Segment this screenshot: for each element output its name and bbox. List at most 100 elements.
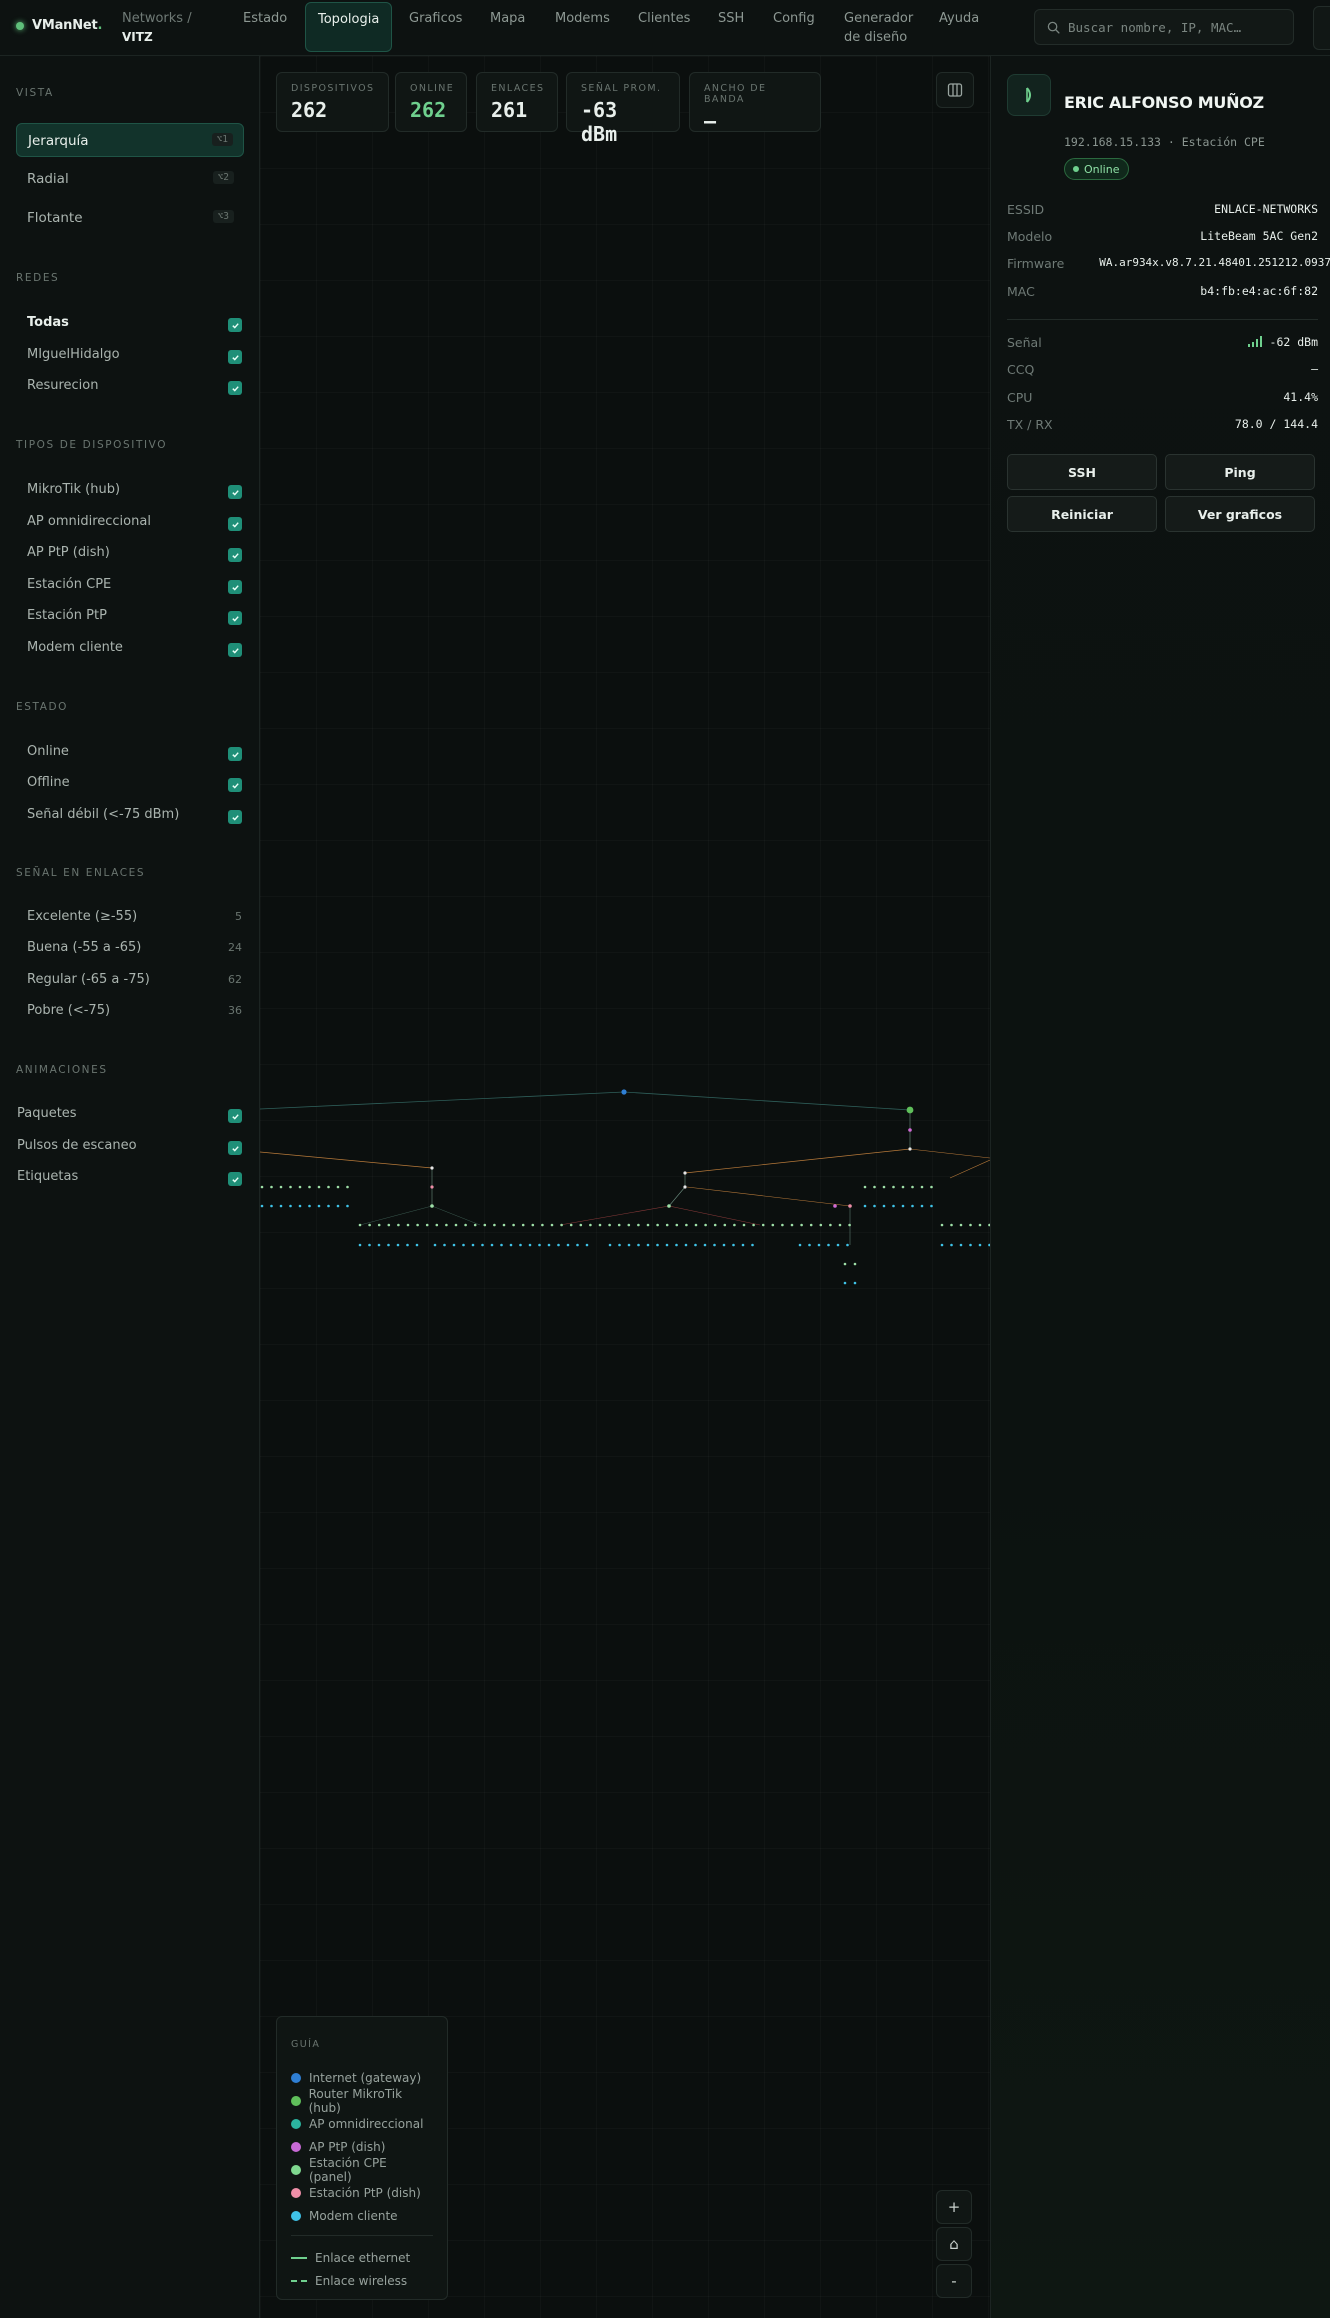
nav-mapa[interactable]: Mapa <box>478 2 537 52</box>
topology-node[interactable] <box>346 1204 349 1208</box>
topology-node[interactable] <box>656 1223 659 1227</box>
nav-estado[interactable]: Estado <box>231 2 299 52</box>
topology-node[interactable] <box>819 1223 823 1227</box>
topology-node[interactable] <box>843 1281 847 1285</box>
topology-node[interactable] <box>665 1243 669 1247</box>
checkbox-checked[interactable] <box>228 485 242 499</box>
filter-tipo-ap-omni[interactable]: AP omnidireccional <box>27 514 242 538</box>
topology-node[interactable] <box>585 1243 589 1247</box>
topology-node[interactable] <box>911 1204 914 1208</box>
topology-node[interactable] <box>940 1243 944 1247</box>
checkbox-checked[interactable] <box>228 611 242 625</box>
topology-node[interactable] <box>781 1223 784 1227</box>
topology-node[interactable] <box>646 1223 650 1227</box>
topology-node[interactable] <box>908 1147 912 1151</box>
topology-node[interactable] <box>978 1243 982 1247</box>
topology-node[interactable] <box>752 1223 755 1227</box>
topology-node[interactable] <box>846 1243 849 1247</box>
topology-node[interactable] <box>608 1223 611 1227</box>
toggle-pulsos-escaneo[interactable]: Pulsos de escaneo <box>17 1138 242 1162</box>
topology-node[interactable] <box>433 1243 437 1247</box>
topology-node[interactable] <box>443 1243 446 1247</box>
topology-node[interactable] <box>920 1185 924 1189</box>
topology-node[interactable] <box>892 1185 895 1189</box>
view-flotante[interactable]: Flotante ⌥3 <box>16 201 244 235</box>
topology-node[interactable] <box>978 1223 982 1227</box>
topology-node[interactable] <box>969 1243 972 1247</box>
topology-node[interactable] <box>471 1243 475 1247</box>
topology-node[interactable] <box>665 1223 669 1227</box>
topology-node[interactable] <box>853 1281 857 1285</box>
reboot-button[interactable]: Reiniciar <box>1007 496 1157 532</box>
checkbox-checked[interactable] <box>228 580 242 594</box>
topology-node[interactable] <box>336 1185 340 1189</box>
topology-node[interactable] <box>940 1223 944 1227</box>
topology-node[interactable] <box>833 1204 837 1208</box>
topology-node[interactable] <box>566 1243 570 1247</box>
topology-node[interactable] <box>452 1243 456 1247</box>
topology-node[interactable] <box>500 1243 503 1247</box>
topology-node[interactable] <box>617 1223 621 1227</box>
topology-node[interactable] <box>959 1243 963 1247</box>
filter-tipo-estacion-ptp[interactable]: Estación PtP <box>27 608 242 632</box>
breadcrumb-parent[interactable]: Networks <box>122 11 183 26</box>
topology-node[interactable] <box>827 1243 830 1247</box>
topology-node[interactable] <box>430 1185 434 1189</box>
topology-node[interactable] <box>308 1204 311 1208</box>
topology-node[interactable] <box>853 1262 857 1266</box>
view-jerarquia[interactable]: Jerarquía ⌥1 <box>16 123 244 157</box>
filter-estado-online[interactable]: Online <box>27 744 242 768</box>
nav-clientes[interactable]: Clientes <box>626 2 702 52</box>
topology-node[interactable] <box>817 1243 821 1247</box>
topology-node[interactable] <box>829 1223 832 1227</box>
topology-node[interactable] <box>901 1185 905 1189</box>
topology-node[interactable] <box>435 1223 439 1227</box>
filter-tipo-ap-ptp[interactable]: AP PtP (dish) <box>27 545 242 569</box>
topology-node[interactable] <box>742 1223 746 1227</box>
topology-node[interactable] <box>425 1223 429 1227</box>
topology-node[interactable] <box>327 1185 330 1189</box>
checkbox-checked[interactable] <box>228 381 242 395</box>
filter-estado-senal-debil[interactable]: Señal débil (<-75 dBm) <box>27 807 242 831</box>
checkbox-checked[interactable] <box>228 548 242 562</box>
topology-node[interactable] <box>387 1223 391 1227</box>
topology-node[interactable] <box>646 1243 650 1247</box>
topology-node[interactable] <box>741 1243 745 1247</box>
view-charts-button[interactable]: Ver graficos <box>1165 496 1315 532</box>
topology-node[interactable] <box>327 1204 330 1208</box>
topology-node[interactable] <box>541 1223 544 1227</box>
topology-node[interactable] <box>911 1185 914 1189</box>
topology-node[interactable] <box>863 1204 867 1208</box>
topology-node[interactable] <box>260 1185 264 1189</box>
nav-config[interactable]: Config <box>761 2 827 52</box>
topology-node[interactable] <box>892 1204 895 1208</box>
ssh-button[interactable]: SSH <box>1007 454 1157 490</box>
topology-node[interactable] <box>836 1243 840 1247</box>
topology-node[interactable] <box>473 1223 477 1227</box>
nav-graficos[interactable]: Graficos <box>397 2 474 52</box>
toggle-etiquetas[interactable]: Etiquetas <box>17 1169 242 1193</box>
zoom-out-button[interactable]: - <box>936 2264 972 2298</box>
filter-tipo-modem[interactable]: Modem cliente <box>27 640 242 664</box>
checkbox-checked[interactable] <box>228 517 242 531</box>
checkbox-checked[interactable] <box>228 778 242 792</box>
topology-node[interactable] <box>684 1243 688 1247</box>
filter-tipo-mikrotik[interactable]: MikroTik (hub) <box>27 482 242 506</box>
topology-node[interactable] <box>502 1223 506 1227</box>
topology-node[interactable] <box>368 1223 371 1227</box>
topology-node[interactable] <box>406 1243 409 1247</box>
topology-node[interactable] <box>920 1204 924 1208</box>
topology-node[interactable] <box>557 1243 560 1247</box>
topology-node[interactable] <box>882 1204 886 1208</box>
topology-node[interactable] <box>863 1185 867 1189</box>
topology-node[interactable] <box>430 1166 434 1170</box>
topology-node[interactable] <box>732 1243 735 1247</box>
nav-topologia[interactable]: Topologia <box>305 2 393 52</box>
topology-node[interactable] <box>800 1223 803 1227</box>
topology-node[interactable] <box>481 1243 484 1247</box>
topology-node[interactable] <box>930 1185 933 1189</box>
checkbox-checked[interactable] <box>228 1172 242 1186</box>
topology-node[interactable] <box>627 1243 631 1247</box>
topology-node[interactable] <box>279 1185 283 1189</box>
search-input[interactable] <box>1068 19 1288 35</box>
